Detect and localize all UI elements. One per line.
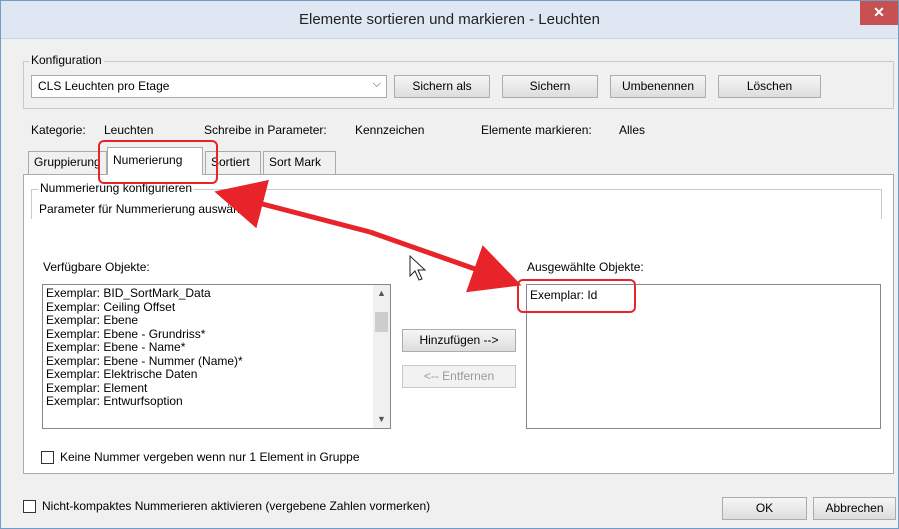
- list-item[interactable]: Exemplar: Element: [43, 381, 390, 396]
- delete-button[interactable]: Löschen: [718, 75, 821, 98]
- category-label: Kategorie:: [31, 123, 86, 137]
- available-objects-label: Verfügbare Objekte:: [43, 260, 150, 274]
- single-element-checkbox[interactable]: [41, 451, 54, 464]
- rename-button[interactable]: Umbenennen: [610, 75, 706, 98]
- list-item[interactable]: Exemplar: Entwurfsoption: [43, 394, 390, 409]
- title-bar: Elemente sortieren und markieren - Leuch…: [1, 1, 898, 39]
- list-item[interactable]: Exemplar: Ceiling Offset: [43, 300, 390, 315]
- list-item[interactable]: Exemplar: Ebene - Nummer (Name)*: [43, 354, 390, 369]
- save-button[interactable]: Sichern: [502, 75, 598, 98]
- scroll-down-icon[interactable]: ▼: [373, 411, 390, 428]
- list-item[interactable]: Exemplar: Ebene: [43, 313, 390, 328]
- configuration-selected-value: CLS Leuchten pro Etage: [38, 79, 170, 93]
- tab-numerierung[interactable]: Numerierung: [107, 147, 203, 175]
- remove-button[interactable]: <-- Entfernen: [402, 365, 516, 388]
- available-items-container: Exemplar: BID_SortMark_Data Exemplar: Cei…: [43, 286, 390, 409]
- mark-label: Elemente markieren:: [481, 123, 592, 137]
- save-as-button[interactable]: Sichern als: [394, 75, 490, 98]
- scroll-up-icon[interactable]: ▲: [373, 285, 390, 302]
- selected-objects-list[interactable]: Exemplar: Id: [526, 284, 881, 429]
- compact-numbering-checkbox[interactable]: [23, 500, 36, 513]
- compact-numbering-checkbox-label: Nicht-kompaktes Nummerieren aktivieren (…: [42, 499, 431, 513]
- tab-gruppierung[interactable]: Gruppierung: [28, 151, 107, 174]
- available-objects-list[interactable]: Exemplar: BID_SortMark_Data Exemplar: Cei…: [42, 284, 391, 429]
- sort-mark-dialog: Elemente sortieren und markieren - Leuch…: [0, 0, 899, 529]
- single-element-checkbox-label: Keine Nummer vergeben wenn nur 1 Element…: [60, 450, 360, 464]
- parameter-value: Kennzeichen: [355, 123, 425, 137]
- list-item[interactable]: Exemplar: Ebene - Name*: [43, 340, 390, 355]
- available-list-scrollbar[interactable]: ▲ ▼: [373, 285, 390, 428]
- parameter-label: Schreibe in Parameter:: [204, 123, 327, 137]
- cancel-button[interactable]: Abbrechen: [813, 497, 896, 520]
- scroll-thumb[interactable]: [375, 312, 388, 332]
- window-title: Elemente sortieren und markieren - Leuch…: [299, 11, 600, 28]
- numbering-config-legend: Nummerierung konfigurieren: [38, 181, 195, 195]
- list-item[interactable]: Exemplar: Ebene - Grundriss*: [43, 327, 390, 342]
- configuration-legend: Konfiguration: [29, 53, 104, 67]
- list-item[interactable]: Exemplar: Elektrische Daten: [43, 367, 390, 382]
- selected-objects-label: Ausgewählte Objekte:: [527, 260, 644, 274]
- close-button[interactable]: ✕: [860, 1, 898, 25]
- tab-sort-mark[interactable]: Sort Mark: [263, 151, 336, 174]
- numbering-hint: Parameter für Nummerierung auswählen: [39, 202, 256, 216]
- list-item[interactable]: Exemplar: Id: [527, 288, 880, 303]
- selected-items-container: Exemplar: Id: [527, 288, 880, 303]
- configuration-select[interactable]: CLS Leuchten pro Etage ⌵: [31, 75, 387, 98]
- tab-sortiert[interactable]: Sortiert: [205, 151, 261, 174]
- category-value: Leuchten: [104, 123, 154, 137]
- add-button[interactable]: Hinzufügen -->: [402, 329, 516, 352]
- list-item[interactable]: Exemplar: BID_SortMark_Data: [43, 286, 390, 301]
- chevron-down-icon: ⌵: [372, 78, 381, 90]
- mark-value: Alles: [619, 123, 646, 137]
- ok-button[interactable]: OK: [722, 497, 807, 520]
